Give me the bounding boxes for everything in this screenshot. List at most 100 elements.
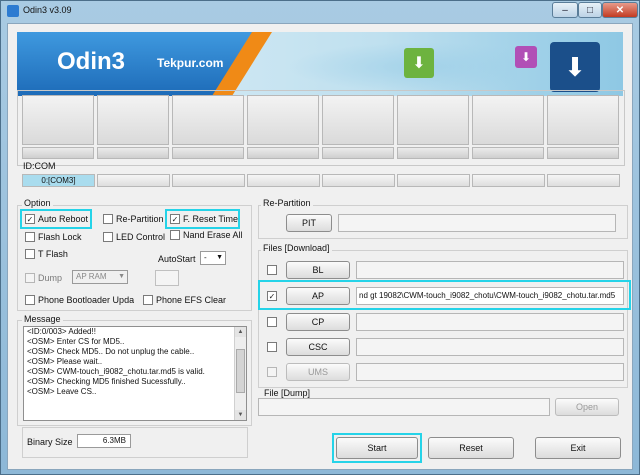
csc-path-field[interactable] [356, 338, 624, 356]
ums-path-field[interactable] [356, 363, 624, 381]
scroll-up-icon[interactable]: ▲ [235, 327, 246, 337]
log-line: <OSM> Leave CS.. [27, 387, 97, 396]
bl-checkbox[interactable] [267, 265, 277, 275]
phone-bootloader-option[interactable]: Phone Bootloader Update [25, 295, 134, 305]
com-port-5 [397, 174, 470, 187]
device-slot [97, 95, 169, 145]
bl-path-field[interactable] [356, 261, 624, 279]
csc-button[interactable]: CSC [286, 338, 350, 356]
pit-path-field[interactable] [338, 214, 616, 232]
device-slot [472, 95, 544, 145]
cp-button[interactable]: CP [286, 313, 350, 331]
autostart-value: - [204, 253, 207, 262]
device-slot [247, 95, 319, 145]
com-port-1 [97, 174, 170, 187]
close-button[interactable]: ✕ [602, 2, 638, 18]
log-line: <OSM> Check MD5.. Do not unplug the cabl… [27, 347, 195, 356]
slot-progress-bar [172, 147, 244, 159]
maximize-button[interactable]: □ [578, 2, 602, 18]
re-partition-checkbox[interactable] [103, 214, 113, 224]
binary-size-value: 6.3MB [77, 434, 131, 448]
dump-option[interactable]: Dump [25, 273, 62, 283]
com-port-7 [547, 174, 620, 187]
nand-erase-all-label: Nand Erase All [183, 230, 243, 240]
world-map-graphic [287, 42, 517, 92]
chevron-down-icon: ▼ [118, 273, 125, 280]
led-control-option[interactable]: LED Control [103, 232, 165, 242]
nand-erase-all-checkbox[interactable] [170, 230, 180, 240]
device-slot [547, 95, 619, 145]
chevron-down-icon: ▼ [216, 254, 223, 261]
slot-progress-bar [247, 147, 319, 159]
com-port-4 [322, 174, 395, 187]
id-com-label: ID:COM [23, 161, 56, 171]
flash-lock-label: Flash Lock [38, 232, 82, 242]
files-title: Files [Download] [261, 243, 332, 253]
t-flash-checkbox[interactable] [25, 249, 35, 259]
autostart-select[interactable]: - ▼ [200, 251, 226, 265]
auto-reboot-highlight [20, 209, 92, 229]
nand-erase-all-option[interactable]: Nand Erase All [170, 230, 243, 240]
flash-lock-option[interactable]: Flash Lock [25, 232, 82, 242]
slot-progress-bar [547, 147, 619, 159]
com-port-6 [472, 174, 545, 187]
open-button[interactable]: Open [555, 398, 619, 416]
log-line: <OSM> Please wait.. [27, 357, 103, 366]
slot-progress-bar [397, 147, 469, 159]
exit-button[interactable]: Exit [535, 437, 621, 459]
re-partition-option[interactable]: Re-Partition [103, 214, 164, 224]
led-control-label: LED Control [116, 232, 166, 242]
log-line: <ID:0/003> Added!! [27, 327, 96, 336]
csc-checkbox[interactable] [267, 342, 277, 352]
f-reset-time-highlight [165, 209, 240, 229]
autostart-label: AutoStart [158, 254, 196, 264]
phone-efs-clear-option[interactable]: Phone EFS Clear [143, 295, 226, 305]
binary-size-label: Binary Size [27, 437, 73, 447]
phone-bootloader-checkbox[interactable] [25, 295, 35, 305]
com-port-2 [172, 174, 245, 187]
option-title: Option [22, 198, 53, 208]
main-panel: Odin3 Tekpur.com ⬇ ⬇ ⬇ ID:COM 0:[COM3] O… [7, 23, 633, 470]
message-log[interactable]: <ID:0/003> Added!! <OSM> Enter CS for MD… [23, 326, 247, 421]
re-partition-title: Re-Partition [261, 198, 313, 208]
log-line: <OSM> Checking MD5 finished Sucessfully.… [27, 377, 186, 386]
dump-number-field[interactable] [155, 270, 179, 286]
reset-button[interactable]: Reset [428, 437, 514, 459]
device-slots [17, 90, 625, 166]
com-port-3 [247, 174, 320, 187]
file-dump-title: File [Dump] [264, 388, 311, 398]
scroll-thumb[interactable] [236, 349, 245, 393]
re-partition-label: Re-Partition [116, 214, 164, 224]
cp-path-field[interactable] [356, 313, 624, 331]
pit-button[interactable]: PIT [286, 214, 332, 232]
log-line: <OSM> Enter CS for MD5.. [27, 337, 125, 346]
device-slot [22, 95, 94, 145]
phone-efs-clear-checkbox[interactable] [143, 295, 153, 305]
dump-type-select[interactable]: AP RAM ▼ [72, 270, 128, 284]
file-dump-path-field[interactable] [258, 398, 550, 416]
t-flash-option[interactable]: T Flash [25, 249, 68, 259]
slot-progress-bar [22, 147, 94, 159]
device-slot [397, 95, 469, 145]
cp-checkbox[interactable] [267, 317, 277, 327]
brand-text: Tekpur.com [157, 56, 224, 70]
ap-row-highlight [258, 280, 631, 310]
phone-bootloader-label: Phone Bootloader Update [38, 295, 134, 305]
flash-lock-checkbox[interactable] [25, 232, 35, 242]
led-control-checkbox[interactable] [103, 232, 113, 242]
download-purple-icon: ⬇ [515, 46, 537, 68]
title-bar[interactable]: Odin3 v3.09 – □ ✕ [1, 1, 639, 21]
ums-checkbox[interactable] [267, 367, 277, 377]
device-slot [322, 95, 394, 145]
download-green-icon: ⬇ [404, 48, 434, 78]
odin-banner: Odin3 Tekpur.com ⬇ ⬇ ⬇ [17, 32, 623, 96]
odin-app-icon [7, 5, 19, 17]
com-port-0: 0:[COM3] [22, 174, 95, 187]
minimize-button[interactable]: – [552, 2, 578, 18]
ums-button[interactable]: UMS [286, 363, 350, 381]
log-scrollbar[interactable]: ▲ ▼ [234, 327, 246, 420]
message-title: Message [22, 314, 63, 324]
dump-checkbox[interactable] [25, 273, 35, 283]
scroll-down-icon[interactable]: ▼ [235, 410, 246, 420]
bl-button[interactable]: BL [286, 261, 350, 279]
